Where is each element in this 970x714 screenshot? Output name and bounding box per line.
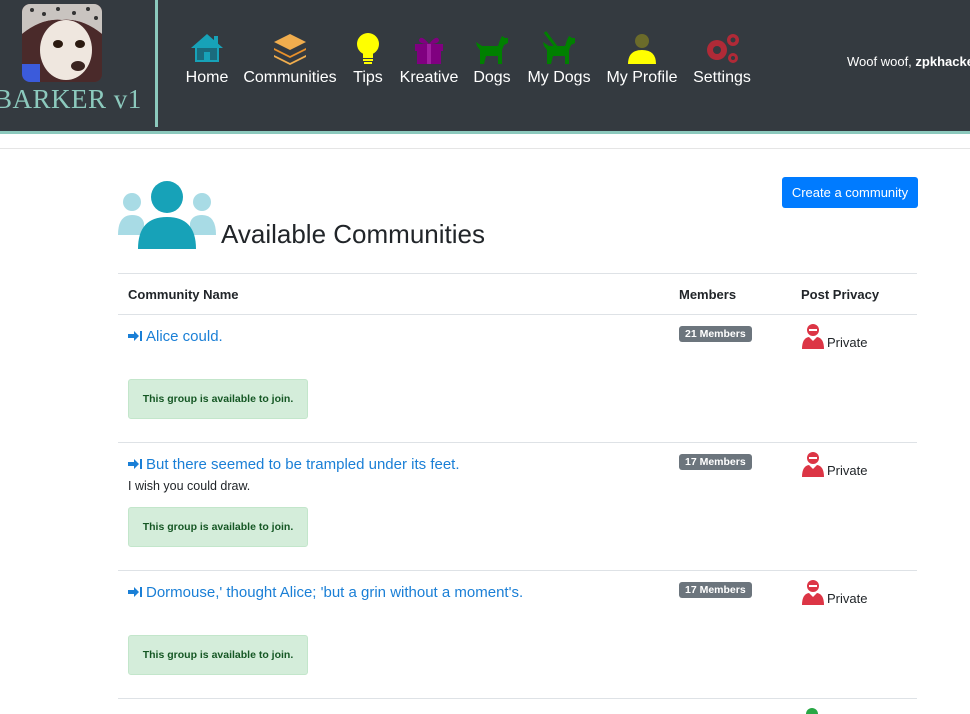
private-user-icon [802, 324, 824, 349]
community-link[interactable]: Alice could. [128, 328, 223, 345]
communities-table: Community Name Members Post Privacy Alic… [118, 273, 917, 699]
nav-my-dogs[interactable]: My Dogs [524, 0, 594, 127]
people-icon [118, 181, 216, 249]
user-greeting[interactable]: Woof woof, zpkhacker [847, 54, 970, 69]
privacy-label: Private [827, 463, 868, 478]
table-row: Dormouse,' thought Alice; 'but a grin wi… [118, 571, 917, 699]
brand-divider [155, 0, 158, 127]
table-header: Community Name Members Post Privacy [118, 273, 917, 315]
brand-title: BARKER v1 [0, 84, 142, 114]
header-community-name: Community Name [128, 287, 239, 302]
community-name: Alice could. [146, 328, 223, 345]
dog-icon [476, 36, 508, 64]
nav-kreative-label: Kreative [399, 69, 459, 86]
private-user-icon [802, 580, 824, 605]
create-community-button[interactable]: Create a community [782, 177, 918, 208]
nav-home-label: Home [185, 69, 229, 86]
join-status: This group is available to join. [128, 379, 308, 419]
nav-communities-label: Communities [243, 69, 337, 86]
community-link[interactable]: But there seemed to be trampled under it… [128, 456, 460, 473]
header-members: Members [679, 287, 737, 302]
community-description: I wish you could draw. [128, 479, 251, 493]
privacy-label: Private [827, 335, 868, 350]
public-icon [806, 708, 818, 714]
table-row: Alice could. This group is available to … [118, 315, 917, 443]
join-status: This group is available to join. [128, 635, 308, 675]
user-icon [628, 34, 656, 64]
nav-communities[interactable]: Communities [242, 0, 338, 127]
privacy-label: Private [827, 591, 868, 606]
nav-tips-label: Tips [353, 69, 383, 86]
community-link[interactable]: Dormouse,' thought Alice; 'but a grin wi… [128, 584, 523, 601]
sub-navbar [0, 134, 970, 149]
brand[interactable]: BARKER v1 [0, 0, 156, 131]
sign-in-icon [128, 331, 142, 341]
navbar: BARKER v1 Home Communities Tips Kreative… [0, 0, 970, 134]
header-post-privacy: Post Privacy [801, 287, 880, 302]
nav-dogs[interactable]: Dogs [468, 0, 516, 127]
nav-tips[interactable]: Tips [346, 0, 390, 127]
home-icon [191, 34, 223, 62]
sign-in-icon [128, 459, 142, 469]
community-name: But there seemed to be trampled under it… [146, 456, 460, 473]
members-badge: 17 Members [679, 582, 752, 598]
lightbulb-icon [357, 33, 379, 64]
nav-home[interactable]: Home [176, 0, 238, 127]
gift-icon [415, 37, 443, 64]
gears-icon [707, 34, 739, 63]
username: zpkhacker [915, 54, 970, 69]
sign-in-icon [128, 587, 142, 597]
nav-my-profile[interactable]: My Profile [604, 0, 680, 127]
my-dog-icon [543, 31, 575, 64]
layers-icon [274, 34, 306, 65]
nav-my-profile-label: My Profile [606, 69, 678, 86]
greeting-text: Woof woof, [847, 54, 912, 69]
nav-settings-label: Settings [693, 69, 751, 86]
nav-dogs-label: Dogs [473, 69, 511, 86]
join-status: This group is available to join. [128, 507, 308, 547]
members-badge: 21 Members [679, 326, 752, 342]
nav-my-dogs-label: My Dogs [527, 69, 591, 86]
nav-settings[interactable]: Settings [690, 0, 754, 127]
table-row: But there seemed to be trampled under it… [118, 443, 917, 571]
members-badge: 17 Members [679, 454, 752, 470]
dog-avatar [22, 4, 102, 82]
community-name: Dormouse,' thought Alice; 'but a grin wi… [146, 584, 524, 601]
private-user-icon [802, 452, 824, 477]
nav-kreative[interactable]: Kreative [396, 0, 462, 127]
page-title: Available Communities [221, 219, 485, 249]
